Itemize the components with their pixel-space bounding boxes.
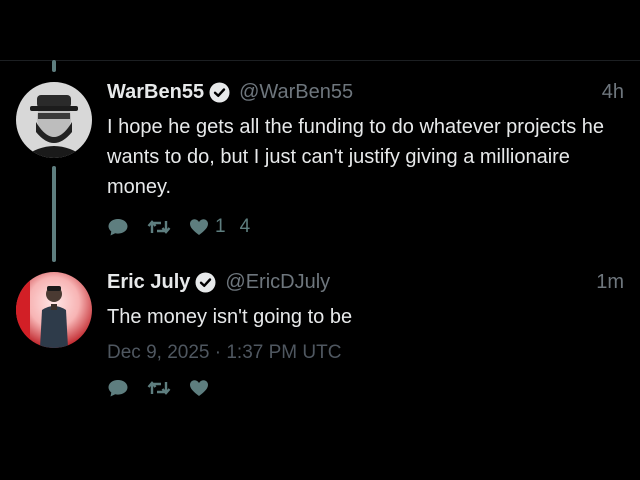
tweet[interactable]: WarBen55 @WarBen55 4h I hope he gets all…: [107, 78, 624, 238]
tweet-actions: [107, 378, 624, 398]
tweet-text: I hope he gets all the funding to do wha…: [107, 116, 605, 198]
like-icon: [190, 380, 208, 396]
handle[interactable]: @EricDJuly: [225, 271, 330, 294]
retweet-icon: [147, 220, 171, 234]
reply-icon: [108, 380, 128, 397]
reply-icon: [108, 219, 128, 236]
retweet-button[interactable]: [147, 217, 171, 237]
reply-button[interactable]: [107, 217, 129, 237]
handle[interactable]: @WarBen55: [239, 81, 353, 104]
full-timestamp[interactable]: Dec 9, 2025 · 1:37 PM UTC: [107, 342, 624, 364]
verified-icon: [195, 272, 216, 293]
timestamp[interactable]: 4h: [602, 81, 624, 104]
like-button[interactable]: 1 4: [189, 216, 250, 238]
divider: [0, 60, 640, 61]
like-icon: [190, 219, 208, 235]
display-name[interactable]: Eric July: [107, 271, 190, 294]
thread-line: [52, 60, 56, 72]
count: 4: [239, 216, 251, 237]
like-button[interactable]: [189, 379, 209, 397]
retweet-icon: [147, 381, 171, 395]
tweet-text: The money isn't going to be: [107, 306, 353, 328]
retweet-button[interactable]: [147, 378, 171, 398]
tweet[interactable]: Eric July @EricDJuly 1m The money isn't …: [107, 268, 624, 398]
like-count: 1: [215, 216, 226, 237]
reply-button[interactable]: [107, 378, 129, 398]
avatar[interactable]: [16, 272, 92, 348]
tweet-actions: 1 4: [107, 216, 624, 238]
timestamp[interactable]: 1m: [596, 271, 624, 294]
verified-icon: [209, 82, 230, 103]
thread-line: [52, 166, 56, 262]
display-name[interactable]: WarBen55: [107, 81, 204, 104]
avatar[interactable]: [16, 82, 92, 158]
